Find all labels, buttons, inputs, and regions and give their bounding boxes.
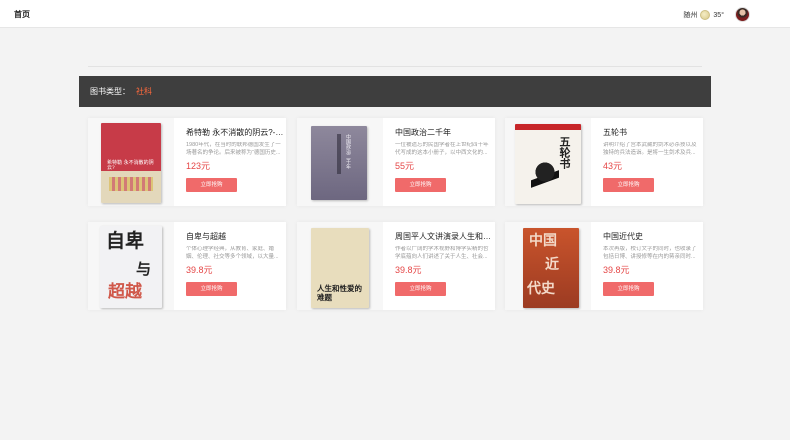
book-description: 1980年代，在当时的联邦德国发生了一场著名的争论。后来被称为“德国历史... [186,142,281,156]
book-description: 一位被遗忘的民国学者在上世纪四十年代写成的这本小册子，以中西文化的... [395,142,489,156]
filter-category-social-science[interactable]: 社科 [136,86,152,97]
weather-city: 随州 [683,12,698,19]
section-divider [88,66,702,67]
book-price: 39.8元 [603,265,630,275]
cover-title: 中国政治二千年 [345,134,351,169]
buy-now-button[interactable]: 立即抢购 [603,282,654,296]
book-card[interactable]: 五轮书 五轮书 讲明介绍了宫本武藏的剑术必杀技以及独特的兵法造诣。是将一生剑术及… [505,118,703,206]
cover-title: 自卑 [106,230,145,252]
book-card[interactable]: 中国 近 代史 中国近代史 本次再版，校订文字的同时，也收录了包括日博、讲授修等… [505,222,703,310]
buy-now-button[interactable]: 立即抢购 [186,282,237,296]
book-title[interactable]: 中国政治二千年 [395,127,493,138]
book-price: 43元 [603,161,623,171]
book-price: 39.8元 [395,265,422,275]
cover-title: 超越 [108,282,142,302]
buy-now-button[interactable]: 立即抢购 [603,178,654,192]
buy-now-button[interactable]: 立即抢购 [186,178,237,192]
book-card[interactable]: 人生和性爱的难题 周国平人文讲演录人生和性... 作者以广阔的学术视野和博学实精… [297,222,495,310]
book-cover-image[interactable]: 人生和性爱的难题 [311,228,369,308]
book-cover-wrap: 自卑 与 超越 [88,222,174,310]
book-price: 55元 [395,161,415,171]
weather-sun-icon [700,10,711,20]
book-cover-image[interactable]: 五轮书 [515,124,581,204]
filter-label: 图书类型： [90,87,130,96]
book-cover-image[interactable]: 中国 近 代史 [523,228,579,308]
book-description: 作者以广阔的学术视野和博学实精的哲学底蕴向人们讲述了关于人生、社会... [395,246,489,260]
book-title[interactable]: 中国近代史 [603,231,701,242]
book-cover-image[interactable]: 自卑 与 超越 [100,226,162,308]
buy-now-button[interactable]: 立即抢购 [395,178,446,192]
book-cover-wrap: 五轮书 [505,118,591,206]
book-cover-wrap: 希特勒 永不消散的阴云? [88,118,174,206]
cover-title: 人生和性爱的难题 [317,284,362,302]
user-avatar[interactable] [735,7,750,22]
category-filter-bar: 图书类型： 社科 [79,76,711,107]
book-description: 讲明介绍了宫本武藏的剑术必杀技以及独特的兵法造诣。是将一生剑术及兵... [603,142,697,156]
book-title[interactable]: 希特勒 永不消散的阴云?-德... [186,127,284,138]
cover-title: 近 [545,257,559,273]
cover-title: 代史 [527,281,555,297]
book-cover-image[interactable]: 中国政治二千年 [311,126,367,200]
book-description: 本次再版，校订文字的同时，也收录了包括日博、讲授修等在内的蒋亲同时... [603,246,697,260]
book-cover-wrap: 人生和性爱的难题 [297,222,383,310]
book-card[interactable]: 自卑 与 超越 自卑与超越 个体心理学经典，从教育、家庭、婚姻、伦理、社交等多个… [88,222,286,310]
book-price: 39.8元 [186,265,213,275]
book-card[interactable]: 希特勒 永不消散的阴云? 希特勒 永不消散的阴云?-德... 1980年代，在当… [88,118,286,206]
book-cover-wrap: 中国政治二千年 [297,118,383,206]
weather-widget: 随州 35° [683,10,724,20]
book-cover-wrap: 中国 近 代史 [505,222,591,310]
cover-title: 五轮书 [558,136,571,169]
cover-title: 与 [136,260,152,278]
book-description: 个体心理学经典，从教育、家庭、婚姻、伦理、社交等多个领域，以大量... [186,246,279,260]
home-link[interactable]: 首页 [14,9,30,20]
book-cover-image[interactable]: 希特勒 永不消散的阴云? [101,123,161,203]
book-title[interactable]: 五轮书 [603,127,701,138]
buy-now-button[interactable]: 立即抢购 [395,282,446,296]
book-price: 123元 [186,161,211,171]
weather-temp: 35° [713,11,724,19]
book-title[interactable]: 周国平人文讲演录人生和性... [395,231,493,242]
top-navbar: 首页 随州 35° [0,0,790,28]
cover-title: 希特勒 永不消散的阴云? [107,160,154,171]
book-title[interactable]: 自卑与超越 [186,231,284,242]
book-card[interactable]: 中国政治二千年 中国政治二千年 一位被遗忘的民国学者在上世纪四十年代写成的这本小… [297,118,495,206]
cover-title: 中国 [529,233,557,249]
